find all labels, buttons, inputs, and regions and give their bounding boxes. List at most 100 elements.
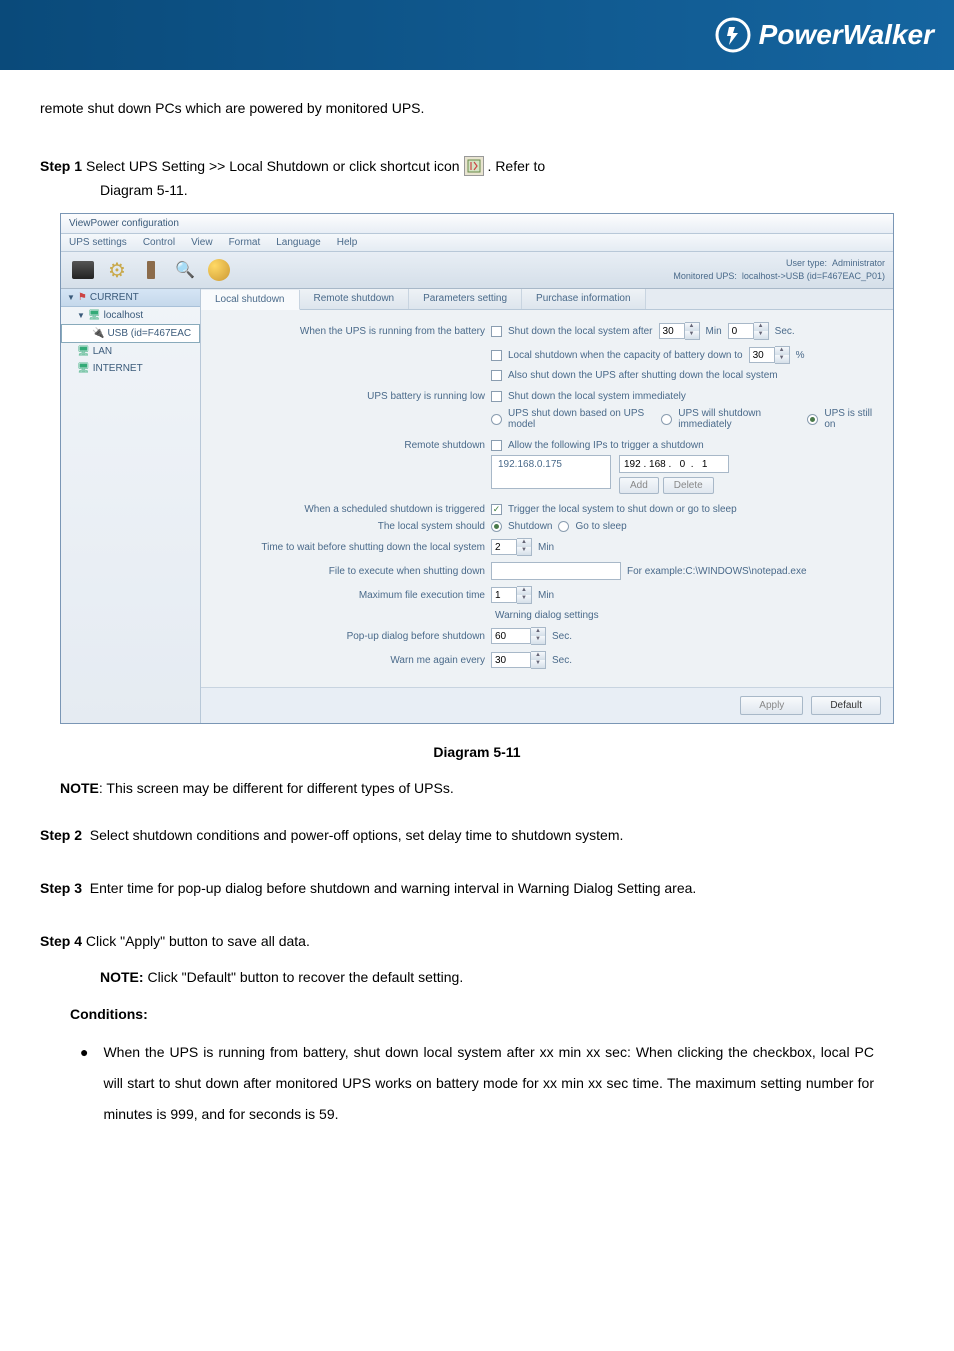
spinner-warn[interactable]: ▲▼ <box>531 651 546 669</box>
radio-ups-still-on[interactable] <box>807 414 818 425</box>
input-warn[interactable] <box>491 652 531 668</box>
spinner-sec[interactable]: ▲▼ <box>754 322 769 340</box>
text-allow-ip: Allow the following IPs to trigger a shu… <box>508 440 704 451</box>
text-shut-local-after: Shut down the local system after <box>508 326 653 337</box>
apply-button[interactable]: Apply <box>740 696 803 715</box>
tree-current[interactable]: ▼⚑CURRENT <box>61 289 200 307</box>
text-ups-still-on: UPS is still on <box>824 408 879 430</box>
text-sleep: Go to sleep <box>575 521 626 532</box>
default-button[interactable]: Default <box>811 696 881 715</box>
step4-text: Click "Apply" button to save all data. <box>82 933 310 949</box>
label-popup-sec: Sec. <box>552 631 572 642</box>
note1-text: : This screen may be different for diffe… <box>99 780 454 796</box>
input-max[interactable] <box>491 587 517 603</box>
tree-localhost[interactable]: ▼🖥localhost <box>61 307 200 324</box>
gear-icon[interactable]: ⚙ <box>103 256 131 284</box>
label-local-should: The local system should <box>215 521 485 532</box>
brand-text: PowerWalker <box>759 19 934 51</box>
checkbox-trigger[interactable] <box>491 504 502 515</box>
step4: Step 4 Click "Apply" button to save all … <box>40 927 914 955</box>
tree-usb[interactable]: 🔌USB (id=F467EAC <box>61 324 200 343</box>
step1-label: Step 1 <box>40 158 82 174</box>
input-min[interactable] <box>659 323 685 339</box>
label-scheduled: When a scheduled shutdown is triggered <box>215 504 485 515</box>
checkbox-also-shut-ups[interactable] <box>491 370 502 381</box>
tab-purchase[interactable]: Purchase information <box>522 289 646 309</box>
bullet-1: ● When the UPS is running from battery, … <box>80 1037 874 1129</box>
checkbox-shut-immediate[interactable] <box>491 391 502 402</box>
step2-text: Select shutdown conditions and power-off… <box>90 827 624 843</box>
spinner-wait[interactable]: ▲▼ <box>517 538 532 556</box>
user-type-label: User type: <box>786 258 827 268</box>
status-circle-icon[interactable] <box>205 256 233 284</box>
search-icon[interactable]: 🔍 <box>171 256 199 284</box>
input-capacity[interactable] <box>749 347 775 363</box>
note-types: NOTE: This screen may be different for d… <box>60 780 894 796</box>
step2: Step 2 Select shutdown conditions and po… <box>40 821 914 849</box>
step3: Step 3 Enter time for pop-up dialog befo… <box>40 874 914 902</box>
app-window: ViewPower configuration UPS settings Con… <box>60 213 894 724</box>
step3-text: Enter time for pop-up dialog before shut… <box>90 880 697 896</box>
menu-view[interactable]: View <box>191 237 213 248</box>
label-wait-min: Min <box>538 542 554 553</box>
menu-ups-settings[interactable]: UPS settings <box>69 237 127 248</box>
tabs: Local shutdown Remote shutdown Parameter… <box>201 289 893 310</box>
menu-language[interactable]: Language <box>276 237 321 248</box>
heading-warning: Warning dialog settings <box>495 610 879 621</box>
add-button[interactable]: Add <box>619 477 659 494</box>
monitor-icon[interactable] <box>69 256 97 284</box>
note1-label: NOTE <box>60 780 99 796</box>
radio-sleep[interactable] <box>558 521 569 532</box>
tab-parameters[interactable]: Parameters setting <box>409 289 522 309</box>
step2-label: Step 2 <box>40 827 82 843</box>
text-shut-immediate: Shut down the local system immediately <box>508 391 686 402</box>
tree-lan[interactable]: 🖥LAN <box>61 343 200 360</box>
input-popup[interactable] <box>491 628 531 644</box>
tab-remote-shutdown[interactable]: Remote shutdown <box>300 289 410 309</box>
monitored-ups-label: Monitored UPS: <box>673 271 737 281</box>
button-row: Apply Default <box>201 687 893 723</box>
radio-ups-model[interactable] <box>491 414 502 425</box>
label-pct: % <box>796 350 805 361</box>
checkbox-allow-ip[interactable] <box>491 440 502 451</box>
label-time-wait: Time to wait before shutting down the lo… <box>215 542 485 553</box>
step1-line: Step 1 Select UPS Setting >> Local Shutd… <box>40 156 914 176</box>
menu-help[interactable]: Help <box>337 237 358 248</box>
note2-text: Click "Default" button to recover the de… <box>144 969 464 985</box>
window-titlebar: ViewPower configuration <box>61 214 893 234</box>
input-ip[interactable] <box>619 455 729 473</box>
spinner-min[interactable]: ▲▼ <box>685 322 700 340</box>
menu-format[interactable]: Format <box>229 237 261 248</box>
toolbar: ⚙ 🔍 User type: Administrator Monitored U… <box>61 252 893 289</box>
delete-button[interactable]: Delete <box>663 477 714 494</box>
label-max-min: Min <box>538 590 554 601</box>
note2-label: NOTE: <box>100 969 144 985</box>
input-sec[interactable] <box>728 323 754 339</box>
checkbox-shut-local[interactable] <box>491 326 502 337</box>
toolbar-user-info: User type: Administrator Monitored UPS: … <box>673 257 885 282</box>
menu-control[interactable]: Control <box>143 237 175 248</box>
input-execute-file[interactable] <box>491 562 621 580</box>
form-panel: When the UPS is running from the battery… <box>201 310 893 687</box>
tree-internet[interactable]: 🖥INTERNET <box>61 360 200 377</box>
tower-icon[interactable] <box>137 256 165 284</box>
text-ups-immediate: UPS will shutdown immediately <box>678 408 801 430</box>
radio-ups-immediate[interactable] <box>661 414 672 425</box>
step1-text-before: Select UPS Setting >> Local Shutdown or … <box>86 158 460 174</box>
menubar: UPS settings Control View Format Languag… <box>61 234 893 252</box>
tab-local-shutdown[interactable]: Local shutdown <box>201 290 300 310</box>
label-max-time: Maximum file execution time <box>215 590 485 601</box>
listbox-ips[interactable]: 192.168.0.175 <box>491 455 611 489</box>
spinner-max[interactable]: ▲▼ <box>517 586 532 604</box>
checkbox-capacity[interactable] <box>491 350 502 361</box>
brand-logo: PowerWalker <box>715 17 934 53</box>
spinner-popup[interactable]: ▲▼ <box>531 627 546 645</box>
label-battery-low: UPS battery is running low <box>215 391 485 402</box>
monitored-ups-value: localhost->USB (id=F467EAC_P01) <box>742 271 885 281</box>
radio-shutdown[interactable] <box>491 521 502 532</box>
step4-label: Step 4 <box>40 933 82 949</box>
text-also-shut: Also shut down the UPS after shutting do… <box>508 370 778 381</box>
input-wait[interactable] <box>491 539 517 555</box>
text-ups-model: UPS shut down based on UPS model <box>508 408 655 430</box>
spinner-capacity[interactable]: ▲▼ <box>775 346 790 364</box>
